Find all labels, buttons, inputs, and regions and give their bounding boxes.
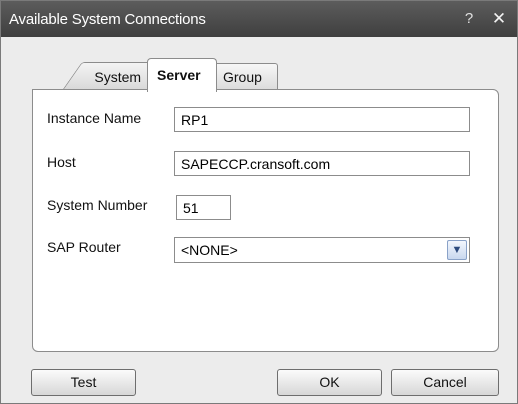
chevron-down-icon[interactable]: ▼ bbox=[447, 240, 467, 260]
close-icon[interactable]: ✕ bbox=[489, 9, 509, 29]
help-icon[interactable]: ? bbox=[459, 9, 479, 29]
sap-router-value: <NONE> bbox=[181, 242, 238, 258]
sap-router-select[interactable]: <NONE> ▼ bbox=[174, 237, 470, 263]
cancel-button[interactable]: Cancel bbox=[391, 369, 499, 396]
instance-name-field[interactable]: RP1 bbox=[174, 107, 470, 132]
dialog-window: Available System Connections ? ✕ System … bbox=[0, 0, 518, 404]
test-button[interactable]: Test bbox=[31, 369, 136, 396]
tab-system-label: System bbox=[94, 69, 142, 85]
system-number-label: System Number bbox=[47, 197, 148, 213]
tab-server[interactable]: Server bbox=[147, 58, 217, 92]
host-field[interactable]: SAPECCP.cransoft.com bbox=[174, 151, 470, 176]
sap-router-label: SAP Router bbox=[47, 239, 121, 255]
system-number-field[interactable]: 51 bbox=[176, 195, 231, 220]
title-bar: Available System Connections ? ✕ bbox=[1, 1, 517, 37]
ok-button[interactable]: OK bbox=[277, 369, 382, 396]
instance-name-label: Instance Name bbox=[47, 110, 142, 126]
tab-group-label: Group bbox=[223, 69, 262, 85]
window-title: Available System Connections bbox=[9, 11, 206, 28]
host-label: Host bbox=[47, 154, 76, 170]
tab-server-label: Server bbox=[157, 67, 201, 83]
tab-group[interactable]: Group bbox=[214, 63, 278, 89]
